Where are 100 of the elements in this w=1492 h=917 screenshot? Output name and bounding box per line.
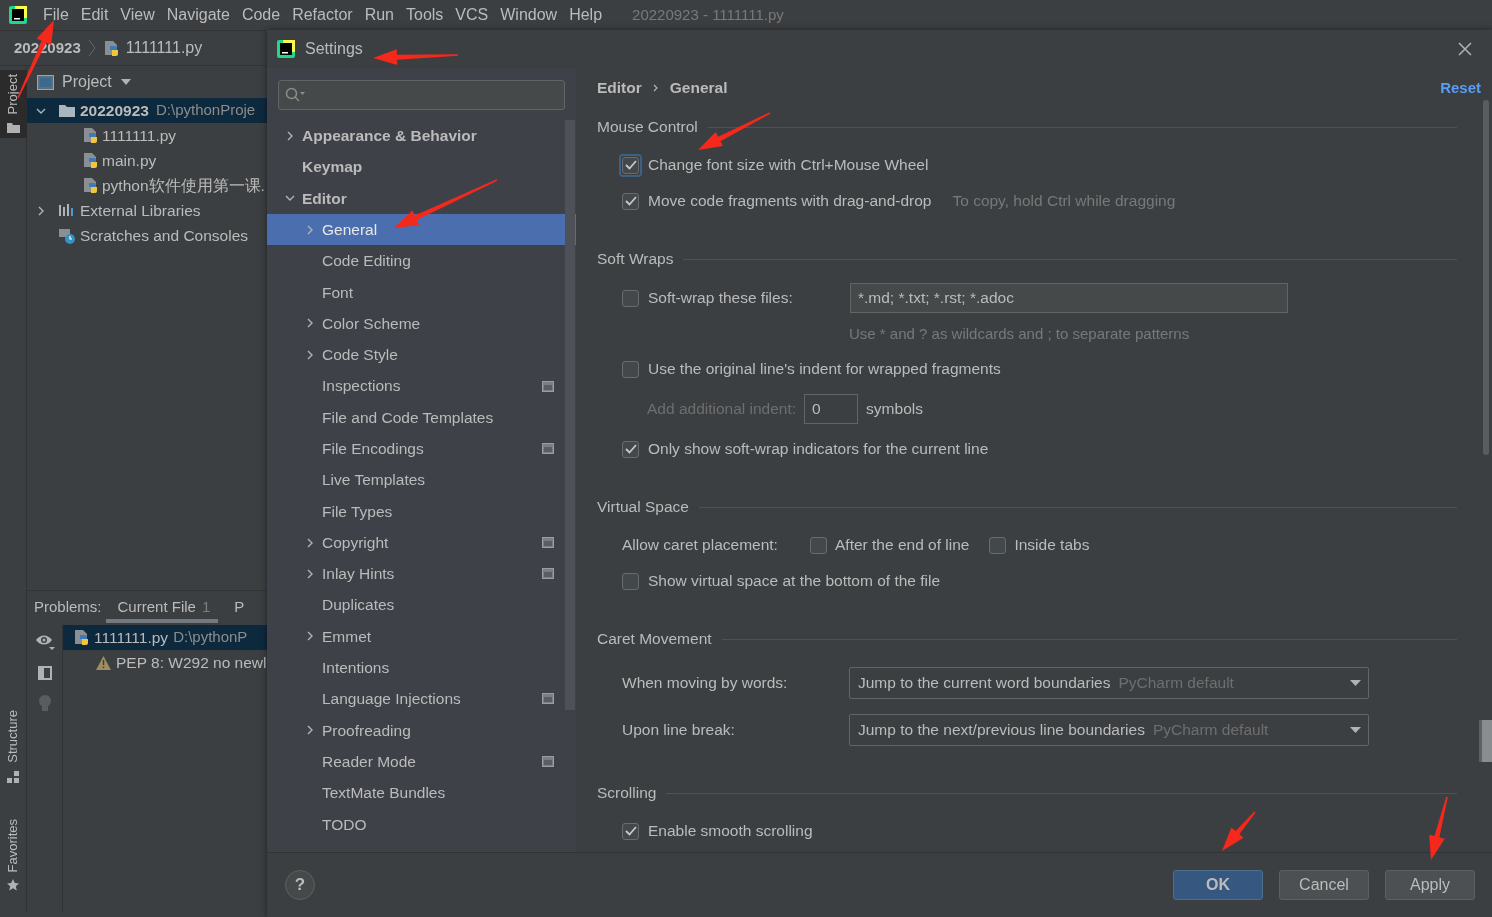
scrollbar[interactable] xyxy=(1483,100,1489,455)
breadcrumb-item: General xyxy=(669,78,728,99)
tree-row[interactable]: main.py xyxy=(27,148,267,173)
tool-window-tab[interactable]: Favorites xyxy=(0,814,27,896)
tree-item[interactable]: Keymap xyxy=(267,151,576,183)
tree-label: Inspections xyxy=(322,376,401,397)
warning-icon xyxy=(96,655,111,670)
tree-row[interactable]: 20220923 D:\pythonProje xyxy=(27,98,267,123)
tree-label: python软件使用第一课. xyxy=(102,175,265,196)
checkbox[interactable] xyxy=(810,536,827,554)
tool-window-tab[interactable]: Project xyxy=(0,70,27,139)
tree-row[interactable]: 1111111.py xyxy=(27,123,267,148)
help-button[interactable]: ? xyxy=(285,870,315,900)
section-title: Caret Movement xyxy=(597,629,712,650)
tree-item[interactable]: Duplicates xyxy=(267,589,576,621)
tree-path: D:\pythonProje xyxy=(155,100,256,121)
section-title: Mouse Control xyxy=(597,117,698,138)
scratch-icon xyxy=(58,227,76,244)
checkbox[interactable] xyxy=(622,192,639,210)
panel-icon xyxy=(37,74,54,90)
caret-down-icon xyxy=(1350,726,1361,733)
tree-item[interactable]: File Types xyxy=(267,495,576,527)
tree-label: Language Injections xyxy=(322,689,461,710)
tree-item[interactable]: Editor xyxy=(267,182,576,214)
menu-item[interactable]: View xyxy=(114,3,161,27)
checkmark-icon xyxy=(624,826,637,836)
tree-item[interactable]: Intentions xyxy=(267,652,576,684)
section-title: Scrolling xyxy=(597,783,657,804)
tree-label: Live Templates xyxy=(322,470,426,491)
tree-row[interactable]: External Libraries xyxy=(27,198,267,223)
tree-label: File Encodings xyxy=(322,439,424,459)
checkbox[interactable] xyxy=(989,536,1007,554)
search-field[interactable] xyxy=(278,80,565,110)
dialog-button[interactable]: Apply xyxy=(1385,870,1475,900)
menu-item[interactable]: Help xyxy=(563,3,609,27)
menu-item[interactable]: Tools xyxy=(400,3,450,27)
checkbox[interactable] xyxy=(622,289,639,307)
panel-layout-icon[interactable] xyxy=(36,665,53,681)
tool-window-tab[interactable]: Structure xyxy=(0,705,27,787)
dialog-button[interactable]: Cancel xyxy=(1279,870,1369,900)
tree-item[interactable]: Font xyxy=(267,276,576,308)
tree-item[interactable]: Proofreading xyxy=(267,714,576,746)
menu-item[interactable]: File xyxy=(37,3,75,27)
tree-item[interactable]: File Encodings xyxy=(267,432,576,465)
checkbox[interactable] xyxy=(622,156,639,174)
menu-item[interactable]: Window xyxy=(494,3,564,27)
field-label: Allow caret placement: xyxy=(622,535,779,556)
app-logo-icon xyxy=(9,6,27,24)
annotation-arrow xyxy=(1222,811,1256,851)
tab[interactable]: P xyxy=(222,591,253,623)
tree-item[interactable]: Emmet xyxy=(267,620,576,653)
tree-row[interactable]: 1111111.py D:\pythonP xyxy=(63,625,267,650)
menu-item[interactable]: Refactor xyxy=(286,3,359,27)
tree-label: Emmet xyxy=(322,626,372,647)
close-icon[interactable] xyxy=(1458,42,1472,56)
breadcrumb-file[interactable]: 1111111.py xyxy=(125,36,203,60)
resize-handle[interactable] xyxy=(1479,720,1492,762)
checkbox[interactable] xyxy=(622,822,639,840)
menu-item[interactable]: Code xyxy=(235,3,287,27)
tree-item[interactable]: Code Style xyxy=(267,339,576,371)
tree-item[interactable]: Code Editing xyxy=(267,245,576,277)
library-icon xyxy=(58,202,76,219)
tree-item[interactable]: TODO xyxy=(267,808,576,840)
menu-item[interactable]: Edit xyxy=(74,3,115,27)
tree-item[interactable]: Reader Mode xyxy=(267,745,576,778)
field-suffix: symbols xyxy=(866,399,923,420)
tree-item[interactable]: Inlay Hints xyxy=(267,558,576,590)
tree-item[interactable]: Color Scheme xyxy=(267,307,576,340)
tree-item[interactable]: Language Injections xyxy=(267,683,576,715)
tree-row[interactable]: python软件使用第一课. xyxy=(27,173,267,198)
tree-item[interactable]: Inspections xyxy=(267,370,576,402)
panel-label: Problems: xyxy=(34,596,102,617)
menu-item[interactable]: VCS xyxy=(449,3,495,27)
checkbox-label: Change font size with Ctrl+Mouse Wheel xyxy=(648,155,929,176)
checkbox[interactable] xyxy=(622,440,639,458)
python-file-icon xyxy=(73,629,89,646)
menu-item[interactable]: Navigate xyxy=(160,3,236,27)
tree-label: Keymap xyxy=(302,157,363,178)
panel-title: Project xyxy=(62,72,112,92)
caret-down-icon xyxy=(1350,679,1361,686)
scrollbar[interactable] xyxy=(565,120,575,710)
tree-item[interactable]: Live Templates xyxy=(267,464,576,496)
reset-link[interactable]: Reset xyxy=(1440,76,1481,100)
checkbox[interactable] xyxy=(622,572,639,590)
chevron-right-icon xyxy=(86,38,97,58)
tree-label: External Libraries xyxy=(80,200,201,221)
tree-item[interactable]: Copyright xyxy=(267,526,576,559)
tree-item[interactable]: TextMate Bundles xyxy=(267,777,576,809)
tree-item[interactable]: Appearance & Behavior xyxy=(267,120,576,152)
tree-item[interactable]: File and Code Templates xyxy=(267,401,576,433)
tree-row[interactable]: PEP 8: W292 no newl xyxy=(63,650,267,675)
dialog-button[interactable]: OK xyxy=(1173,870,1263,900)
tree-item[interactable]: General xyxy=(267,213,576,246)
tree-row[interactable]: Scratches and Consoles xyxy=(27,223,267,248)
eye-icon[interactable] xyxy=(34,633,55,651)
checkbox[interactable] xyxy=(622,360,639,378)
folder-icon xyxy=(58,102,76,119)
menu-item[interactable]: Run xyxy=(358,3,400,27)
input-field[interactable]: *.md; *.txt; *.rst; *.adoc xyxy=(850,283,1288,313)
window-title: 20220923 - 1111111.py xyxy=(632,4,784,25)
